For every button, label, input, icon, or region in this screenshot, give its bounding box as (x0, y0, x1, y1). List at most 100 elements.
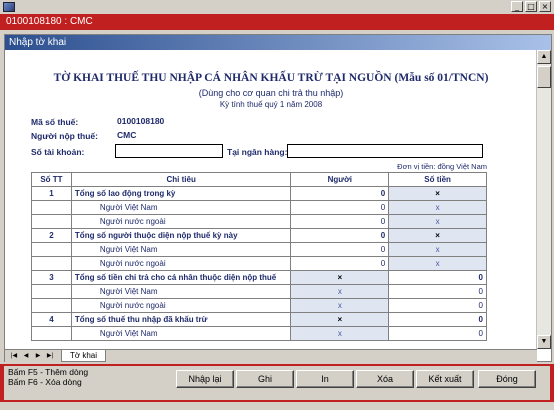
row-people-cell: × (290, 312, 390, 327)
row-indicator: Người Việt Nam (70, 200, 292, 215)
bank-label: Tại ngân hàng: (227, 147, 288, 157)
row-people-cell: x (290, 284, 390, 299)
row-people-cell[interactable]: 0 (290, 186, 390, 201)
row-people-cell[interactable]: 0 (290, 214, 390, 229)
tab-to-khai[interactable]: Tờ khai (61, 350, 107, 362)
row-people-cell[interactable]: 0 (290, 242, 390, 257)
app-icon (3, 2, 15, 12)
reenter-button[interactable]: Nhập lại (176, 370, 234, 388)
hint-add-row: Bấm F5 - Thêm dòng (8, 367, 89, 377)
prev-sheet-icon[interactable]: ◀ (21, 351, 31, 361)
row-stt: 4 (31, 312, 72, 327)
row-amount-cell[interactable]: 0 (388, 312, 487, 327)
bank-input[interactable] (287, 144, 483, 158)
account-label: Số tài khoản: (31, 147, 85, 157)
payer-label: Người nộp thuế: (31, 131, 98, 141)
row-amount-cell[interactable]: 0 (388, 326, 487, 341)
declaration-window: Nhập tờ khai TỜ KHAI THUẾ THU NHẬP CÁ NH… (4, 34, 552, 362)
row-indicator: Tổng số tiền chi trả cho cá nhân thuộc d… (70, 270, 292, 285)
row-indicator: Người nước ngoài (70, 256, 292, 271)
row-stt (31, 242, 72, 257)
row-indicator: Tổng số thuế thu nhập đã khấu trừ (70, 312, 292, 327)
window-title: 0100108180 : CMC (6, 16, 93, 27)
maximize-button[interactable]: □ (525, 1, 537, 12)
table-row: 3 Tổng số tiền chi trả cho cá nhân thuộc … (31, 270, 487, 285)
row-stt (31, 326, 72, 341)
tax-code-value: 0100108180 (117, 116, 165, 126)
row-people-cell: × (290, 270, 390, 285)
row-amount-cell[interactable]: 0 (388, 298, 487, 313)
row-amount-cell[interactable]: 0 (388, 284, 487, 299)
table-row: 1 Tổng số lao động trong kỳ 0 × (31, 186, 487, 201)
last-sheet-icon[interactable]: ▶| (45, 351, 55, 361)
row-stt (31, 284, 72, 299)
row-amount-cell: x (388, 214, 487, 229)
table-row: Người nước ngoài 0 x (31, 256, 487, 271)
header-people: Người (290, 172, 390, 187)
row-indicator: Người Việt Nam (70, 284, 292, 299)
table-row: Người nước ngoài 0 x (31, 214, 487, 229)
row-indicator: Tổng số người thuộc diện nộp thuế kỳ này (70, 228, 292, 243)
row-people-cell: x (290, 298, 390, 313)
child-title-bar: Nhập tờ khai (5, 35, 551, 50)
row-amount-cell: × (388, 228, 487, 243)
first-sheet-icon[interactable]: |◀ (9, 351, 19, 361)
header-stt: Số TT (31, 172, 72, 187)
row-stt (31, 298, 72, 313)
table-row: Người Việt Nam x 0 (31, 326, 487, 341)
account-input[interactable] (115, 144, 223, 158)
delete-button[interactable]: Xóa (356, 370, 414, 388)
currency-unit: Đơn vị tiền: đồng Việt Nam (397, 162, 487, 171)
next-sheet-icon[interactable]: ▶ (33, 351, 43, 361)
row-stt: 2 (31, 228, 72, 243)
table-row: Người Việt Nam 0 x (31, 200, 487, 215)
payer-value: CMC (117, 130, 137, 140)
app-titlebar: _ □ × (0, 0, 554, 14)
sheet-tab-bar: |◀ ◀ ▶ ▶| Tờ khai (5, 349, 537, 362)
row-indicator: Người Việt Nam (70, 242, 292, 257)
vertical-scrollbar[interactable]: ▲ ▼ (536, 50, 551, 349)
scroll-down-arrow[interactable]: ▼ (537, 335, 551, 349)
row-indicator: Người Việt Nam (70, 326, 292, 341)
close-window-button[interactable]: × (539, 1, 551, 12)
window-title-bar: 0100108180 : CMC (0, 14, 554, 30)
minimize-button[interactable]: _ (511, 1, 523, 12)
row-stt: 3 (31, 270, 72, 285)
row-amount-cell: x (388, 200, 487, 215)
form-subtitle: (Dùng cho cơ quan chi trả thu nhập) (198, 88, 344, 98)
row-indicator: Tổng số lao động trong kỳ (70, 186, 292, 201)
row-stt: 1 (31, 186, 72, 201)
row-stt (31, 214, 72, 229)
row-amount-cell: x (388, 256, 487, 271)
scroll-thumb[interactable] (537, 66, 551, 88)
row-amount-cell: x (388, 242, 487, 257)
row-people-cell[interactable]: 0 (290, 228, 390, 243)
row-people-cell[interactable]: 0 (290, 256, 390, 271)
row-stt (31, 256, 72, 271)
row-indicator: Người nước ngoài (70, 298, 292, 313)
row-people-cell[interactable]: 0 (290, 200, 390, 215)
form-period: Kỳ tính thuế quý 1 năm 2008 (219, 100, 323, 109)
row-people-cell: x (290, 326, 390, 341)
table-row: 4 Tổng số thuế thu nhập đã khấu trừ × 0 (31, 312, 487, 327)
export-button[interactable]: Kết xuất (416, 370, 474, 388)
form-sheet: TỜ KHAI THUẾ THU NHẬP CÁ NHÂN KHẤU TRỪ T… (5, 50, 537, 349)
table-row: Người nước ngoài x 0 (31, 298, 487, 313)
row-indicator: Người nước ngoài (70, 214, 292, 229)
table-row: Người Việt Nam 0 x (31, 242, 487, 257)
table-row: Người Việt Nam x 0 (31, 284, 487, 299)
print-button[interactable]: In (296, 370, 354, 388)
header-amount: Số tiền (388, 172, 487, 187)
form-title: TỜ KHAI THUẾ THU NHẬP CÁ NHÂN KHẤU TRỪ T… (53, 72, 489, 84)
close-button[interactable]: Đóng (478, 370, 536, 388)
declaration-table: Số TT Chỉ tiêu Người Số tiền 1 Tổng số la… (31, 172, 487, 341)
row-stt (31, 200, 72, 215)
row-amount-cell[interactable]: 0 (388, 270, 487, 285)
tax-code-label: Mã số thuế: (31, 117, 79, 127)
save-button[interactable]: Ghi (236, 370, 294, 388)
scroll-up-arrow[interactable]: ▲ (537, 50, 551, 64)
child-title: Nhập tờ khai (9, 37, 67, 48)
table-header-row: Số TT Chỉ tiêu Người Số tiền (31, 172, 487, 187)
table-row: 2 Tổng số người thuộc diện nộp thuế kỳ nà… (31, 228, 487, 243)
hint-delete-row: Bấm F6 - Xóa dòng (8, 377, 82, 387)
